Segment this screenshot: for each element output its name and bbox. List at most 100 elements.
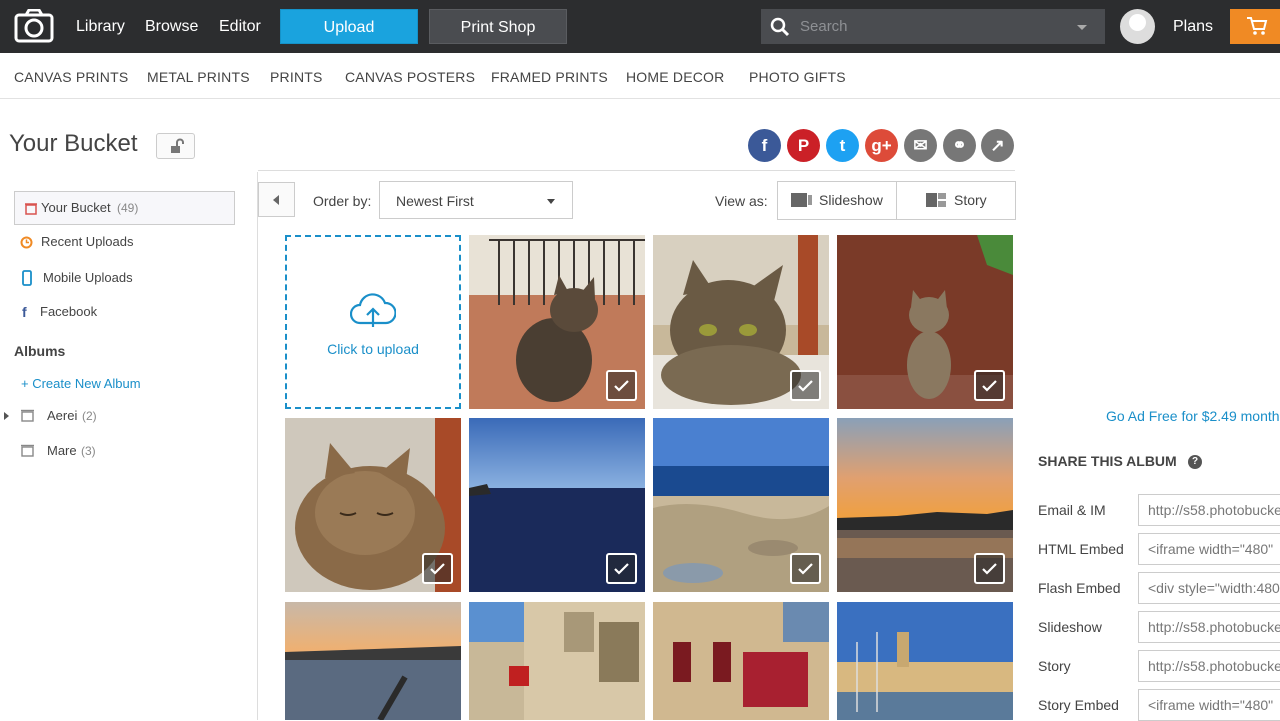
subnav-home-decor[interactable]: HOME DECOR xyxy=(626,53,724,101)
print-shop-button[interactable]: Print Shop xyxy=(429,9,567,44)
chevron-down-icon xyxy=(547,199,555,204)
photo-image xyxy=(653,602,829,720)
view-story-button[interactable]: Story xyxy=(896,181,1016,220)
photo-cat-closeup[interactable] xyxy=(653,235,829,409)
logo-camera-icon[interactable] xyxy=(14,9,54,43)
sidebar-divider xyxy=(257,172,258,720)
share-label: Email & IM xyxy=(1038,502,1106,518)
collapse-sidebar-button[interactable] xyxy=(258,182,295,217)
subnav-canvas-posters[interactable]: CANVAS POSTERS xyxy=(345,53,475,101)
search-input[interactable]: Search xyxy=(761,9,1105,44)
bucket-icon xyxy=(25,203,37,215)
photo-sunset-harbour[interactable] xyxy=(285,602,461,720)
sidebar-item-your-bucket[interactable]: Your Bucket (49) xyxy=(14,191,235,225)
album-count: (2) xyxy=(82,409,97,423)
avatar[interactable] xyxy=(1120,9,1155,44)
share-label: HTML Embed xyxy=(1038,541,1124,557)
subnav-metal-prints[interactable]: METAL PRINTS xyxy=(147,53,250,101)
plans-link[interactable]: Plans xyxy=(1173,0,1213,53)
selected-check-icon[interactable] xyxy=(606,553,637,584)
share-field[interactable]: http://s58.photobucket.com xyxy=(1138,611,1280,643)
search-icon xyxy=(770,17,790,37)
album-icon xyxy=(21,409,34,422)
share-icon[interactable]: ↗ xyxy=(981,129,1014,162)
subnav-photo-gifts[interactable]: PHOTO GIFTS xyxy=(749,53,846,101)
pinterest-icon[interactable]: P xyxy=(787,129,820,162)
photo-cat-terrace[interactable] xyxy=(469,235,645,409)
expand-arrow-icon[interactable] xyxy=(4,412,9,420)
link-icon[interactable]: ⚭ xyxy=(943,129,976,162)
chevron-down-icon[interactable] xyxy=(1077,25,1087,30)
view-as-label: View as: xyxy=(715,193,768,209)
selected-check-icon[interactable] xyxy=(790,553,821,584)
photo-sea-horizon[interactable] xyxy=(469,418,645,592)
page-title: Your Bucket xyxy=(9,130,138,157)
nav-library[interactable]: Library xyxy=(76,0,125,53)
selected-check-icon[interactable] xyxy=(790,370,821,401)
sidebar-item-label: Recent Uploads xyxy=(41,234,134,249)
share-label: Slideshow xyxy=(1038,619,1102,635)
cloud-upload-icon xyxy=(350,293,396,327)
selected-check-icon[interactable] xyxy=(974,370,1005,401)
album-label: Aerei xyxy=(47,408,78,423)
search-placeholder: Search xyxy=(800,18,848,35)
share-field[interactable]: http://s58.photobucket.com xyxy=(1138,494,1280,526)
mobile-icon xyxy=(22,270,32,286)
slideshow-icon xyxy=(791,193,812,207)
help-icon[interactable]: ? xyxy=(1188,455,1202,469)
view-slideshow-button[interactable]: Slideshow xyxy=(777,181,897,220)
share-field[interactable]: <iframe width="480" xyxy=(1138,689,1280,721)
subnav-canvas-prints[interactable]: CANVAS PRINTS xyxy=(14,53,128,101)
clock-icon xyxy=(20,236,33,249)
order-by-value: Newest First xyxy=(396,193,474,209)
upload-tile[interactable]: Click to upload xyxy=(285,235,461,409)
divider xyxy=(258,170,1015,171)
order-by-select[interactable]: Newest First xyxy=(379,181,573,219)
top-bar: Library Browse Editor Upload Print Shop … xyxy=(0,0,1280,53)
twitter-icon[interactable]: t xyxy=(826,129,859,162)
share-label: Story xyxy=(1038,658,1071,674)
googleplus-icon[interactable]: g+ xyxy=(865,129,898,162)
create-album-link[interactable]: + Create New Album xyxy=(21,376,141,391)
share-label: Flash Embed xyxy=(1038,580,1121,596)
nav-editor[interactable]: Editor xyxy=(219,0,261,53)
share-album-heading: SHARE THIS ALBUM xyxy=(1038,453,1177,469)
facebook-icon[interactable]: f xyxy=(748,129,781,162)
album-icon xyxy=(21,444,34,457)
story-icon xyxy=(926,193,946,207)
photo-sunset-bay[interactable] xyxy=(837,418,1013,592)
album-count: (3) xyxy=(81,444,96,458)
photo-cat-wall[interactable] xyxy=(837,235,1013,409)
selected-check-icon[interactable] xyxy=(422,553,453,584)
sidebar-item-label: Mobile Uploads xyxy=(43,270,133,285)
privacy-lock-button[interactable] xyxy=(156,133,195,159)
share-field[interactable]: http://s58.photobucket.com xyxy=(1138,650,1280,682)
photo-marina-church[interactable] xyxy=(837,602,1013,720)
photo-street-balconies[interactable] xyxy=(469,602,645,720)
sidebar-item-label: Your Bucket xyxy=(41,200,111,215)
product-subnav: CANVAS PRINTS METAL PRINTS PRINTS CANVAS… xyxy=(0,53,1280,99)
photo-rocky-coast[interactable] xyxy=(653,418,829,592)
go-ad-free-link[interactable]: Go Ad Free for $2.49 month xyxy=(1106,408,1280,424)
facebook-icon: f xyxy=(22,304,27,320)
photo-red-balcony[interactable] xyxy=(653,602,829,720)
photo-image xyxy=(837,602,1013,720)
album-label: Mare xyxy=(47,443,77,458)
nav-browse[interactable]: Browse xyxy=(145,0,198,53)
albums-heading: Albums xyxy=(14,343,66,359)
share-field[interactable]: <div style="width:480 xyxy=(1138,572,1280,604)
selected-check-icon[interactable] xyxy=(974,553,1005,584)
subnav-framed-prints[interactable]: FRAMED PRINTS xyxy=(491,53,608,101)
email-icon[interactable]: ✉ xyxy=(904,129,937,162)
cart-button[interactable] xyxy=(1230,9,1280,44)
upload-tile-label: Click to upload xyxy=(327,341,419,357)
share-field[interactable]: <iframe width="480" xyxy=(1138,533,1280,565)
subnav-prints[interactable]: PRINTS xyxy=(270,53,323,101)
photo-cat-sleeping[interactable] xyxy=(285,418,461,592)
selected-check-icon[interactable] xyxy=(606,370,637,401)
sidebar-item-count: (49) xyxy=(117,201,139,215)
unlock-icon xyxy=(171,138,184,153)
upload-button[interactable]: Upload xyxy=(280,9,418,44)
photo-image xyxy=(469,602,645,720)
slideshow-label: Slideshow xyxy=(819,192,883,208)
